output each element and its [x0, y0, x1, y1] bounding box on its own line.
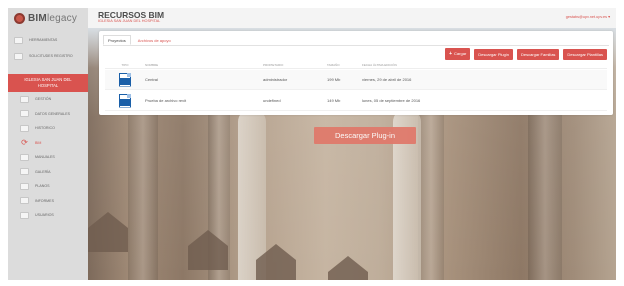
background-window	[238, 108, 266, 280]
plus-icon: +	[449, 51, 453, 57]
toolbar: + Cargar Descargar Plugin Descargar Famil…	[445, 48, 607, 60]
sidebar-item-informes[interactable]: Informes	[8, 194, 88, 209]
resources-panel: Proyectos Archivos de apoyo + Cargar Desc…	[99, 31, 613, 115]
file-name[interactable]: Central	[145, 77, 263, 82]
upload-button[interactable]: + Cargar	[445, 48, 471, 60]
sidebar-item-historico[interactable]: Historico	[8, 121, 88, 136]
sidebar-item-planos[interactable]: Planos	[8, 179, 88, 194]
sidebar-item-solicitudes[interactable]: Solicitudes registro	[8, 48, 88, 64]
tab-proyectos[interactable]: Proyectos	[103, 35, 131, 45]
sync-icon: ⟳	[21, 138, 28, 148]
plans-icon	[20, 182, 29, 190]
report-icon	[20, 197, 29, 205]
sidebar-item-herramientas[interactable]: Herramientas	[8, 32, 88, 48]
download-families-button[interactable]: Descargar Familias	[516, 48, 560, 60]
file-owner: undefined	[263, 98, 281, 103]
file-date: viernes, 29 de abril de 2016	[362, 77, 412, 82]
column-header-owner[interactable]: Propietario	[263, 63, 327, 67]
app-window: BIMlegacy Herramientas Solicitudes regis…	[8, 8, 616, 280]
logo-mark-icon	[14, 12, 25, 24]
history-icon	[20, 124, 29, 132]
table-row[interactable]: Prueba de archivo revit undefined 149 Mb…	[105, 91, 607, 111]
tab-archivos-apoyo[interactable]: Archivos de apoyo	[133, 35, 176, 45]
file-size: 199 Mb	[327, 77, 341, 82]
revit-file-icon	[119, 93, 131, 108]
column-header-type[interactable]: Tipo	[105, 63, 145, 67]
sidebar-item-gestion[interactable]: Gestión	[8, 92, 88, 107]
header-bar: RECURSOS BIM Iglesia San Juan del Hospit…	[88, 8, 616, 28]
data-icon	[20, 110, 29, 118]
logo-text: BIMlegacy	[28, 12, 78, 24]
table-header: Tipo Nombre Propietario Tamaño Fecha últ…	[105, 61, 607, 69]
background-pinnacle	[88, 212, 128, 252]
tab-divider	[103, 45, 609, 46]
column-header-name[interactable]: Nombre	[145, 63, 263, 67]
sidebar-project-header[interactable]: Iglesia San Juan del Hospital	[8, 74, 88, 92]
download-plugin-cta-button[interactable]: Descargar Plug-in	[314, 127, 416, 144]
tab-bar: Proyectos Archivos de apoyo	[103, 35, 176, 45]
background-pinnacle	[328, 256, 368, 280]
settings-icon	[20, 95, 29, 103]
tools-icon	[14, 36, 23, 44]
file-date: lunes, 05 de septiembre de 2016	[362, 98, 421, 103]
sidebar: BIMlegacy Herramientas Solicitudes regis…	[8, 8, 88, 280]
sidebar-item-datos-generales[interactable]: Datos generales	[8, 107, 88, 122]
table-row[interactable]: Central administrador 199 Mb viernes, 29…	[105, 70, 607, 90]
file-size: 149 Mb	[327, 98, 341, 103]
sidebar-item-manuales[interactable]: Manuales	[8, 150, 88, 165]
users-icon	[20, 211, 29, 219]
sidebar-item-bim[interactable]: ⟳ BIM	[8, 136, 88, 151]
user-menu[interactable]: gestabs@upv.net.upv.es ▾	[566, 14, 610, 19]
main-content: RECURSOS BIM Iglesia San Juan del Hospit…	[88, 8, 616, 280]
page-subtitle: Iglesia San Juan del Hospital	[98, 19, 161, 23]
app-logo[interactable]: BIMlegacy	[8, 8, 88, 28]
mail-icon	[14, 52, 23, 60]
gallery-icon	[20, 168, 29, 176]
download-plugin-button[interactable]: Descargar Plugin	[474, 48, 513, 60]
book-icon	[20, 153, 29, 161]
file-name[interactable]: Prueba de archivo revit	[145, 98, 263, 103]
file-owner: administrador	[263, 77, 288, 82]
sidebar-item-galeria[interactable]: Galería	[8, 165, 88, 180]
sidebar-item-usuarios[interactable]: Usuarios	[8, 208, 88, 223]
revit-file-icon	[119, 72, 131, 87]
column-header-date[interactable]: Fecha última edición	[362, 63, 607, 67]
download-templates-button[interactable]: Descargar Plantillas	[563, 48, 607, 60]
column-header-size[interactable]: Tamaño	[327, 63, 362, 67]
